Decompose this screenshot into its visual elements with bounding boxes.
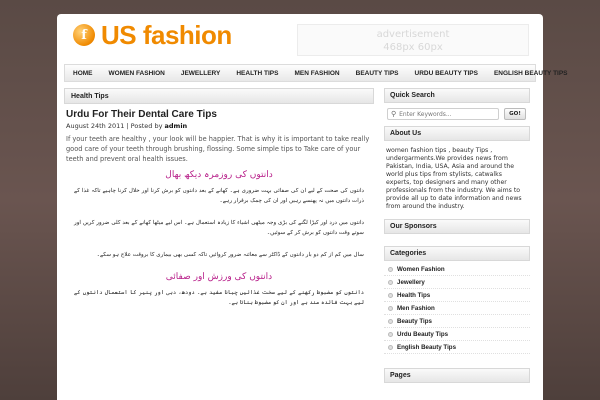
bullet-icon	[388, 344, 393, 350]
category-label: English Beauty Tips	[397, 343, 457, 351]
main-navigation: HOME WOMEN FASHION JEWELLERY HEALTH TIPS…	[64, 64, 568, 82]
post-title[interactable]: Urdu For Their Dental Care Tips	[64, 109, 374, 120]
logo-letter: f	[81, 27, 87, 43]
category-label: Urdu Beauty Tips	[397, 330, 449, 338]
sponsors-title: Our Sponsors	[384, 219, 530, 234]
category-jewellery[interactable]: Jewellery	[384, 276, 530, 289]
search-icon: ⚲	[391, 110, 397, 118]
categories-list: Women Fashion Jewellery Health Tips Men …	[384, 261, 530, 354]
search-placeholder: Enter Keywords...	[399, 110, 452, 118]
category-health-tips[interactable]: Health Tips	[384, 289, 530, 302]
bullet-icon	[388, 266, 393, 272]
category-men-fashion[interactable]: Men Fashion	[384, 302, 530, 315]
about-us-text: women fashion tips , beauty Tips , under…	[386, 147, 522, 210]
category-label: Women Fashion	[397, 265, 445, 273]
search-input[interactable]: ⚲ Enter Keywords...	[387, 108, 499, 120]
urdu-paragraph: دانتوں کی صحت کے لیے ان کی صفائی بہت ضرو…	[74, 188, 364, 204]
search-form: ⚲ Enter Keywords... GO!	[384, 103, 530, 126]
advertisement-banner[interactable]: advertisement 468px 60px	[297, 24, 529, 56]
nav-item-beauty-tips[interactable]: BEAUTY TIPS	[348, 70, 407, 77]
bullet-icon	[388, 279, 393, 285]
section-title: Health Tips	[64, 88, 374, 104]
sponsors-area	[384, 234, 530, 246]
ad-label: advertisement	[376, 29, 450, 40]
bullet-icon	[388, 292, 393, 298]
nav-item-urdu-beauty-tips[interactable]: URDU BEAUTY TIPS	[407, 70, 486, 77]
urdu-paragraph: دانتوں کو مضبوط رکھنے کے لیے سخت غذائیں …	[74, 290, 364, 306]
urdu-paragraph: دانتوں میں درد اور کیڑا لگنے کی بڑی وجہ …	[74, 220, 364, 236]
post-excerpt: If your teeth are healthy , your look wi…	[66, 135, 370, 163]
post-date: August 24th 2011 | Posted by	[66, 122, 165, 130]
bullet-icon	[388, 305, 393, 311]
urdu-article-image: دانتوں کی روزمرہ دیکھ بھال دانتوں کی صحت…	[64, 170, 374, 308]
urdu-paragraph: سال میں کم از کم دو بار دانتوں کے ڈاکٹر …	[96, 252, 364, 258]
category-label: Health Tips	[397, 291, 431, 299]
category-english-beauty-tips[interactable]: English Beauty Tips	[384, 341, 530, 354]
post-meta: August 24th 2011 | Posted by admin	[64, 122, 374, 130]
quick-search-title: Quick Search	[384, 88, 530, 103]
post-author-link[interactable]: admin	[165, 122, 188, 130]
category-beauty-tips[interactable]: Beauty Tips	[384, 315, 530, 328]
urdu-heading: دانتوں کی روزمرہ دیکھ بھال	[165, 170, 273, 180]
pages-title: Pages	[384, 368, 530, 383]
category-women-fashion[interactable]: Women Fashion	[384, 263, 530, 276]
category-urdu-beauty-tips[interactable]: Urdu Beauty Tips	[384, 328, 530, 341]
nav-item-men-fashion[interactable]: MEN FASHION	[286, 70, 347, 77]
categories-title: Categories	[384, 246, 530, 261]
search-go-button[interactable]: GO!	[504, 108, 526, 120]
sidebar: Quick Search ⚲ Enter Keywords... GO! Abo…	[384, 88, 530, 383]
page-frame: f US fashion advertisement 468px 60px HO…	[57, 14, 568, 400]
category-label: Beauty Tips	[397, 317, 432, 325]
ad-size: 468px 60px	[383, 42, 443, 53]
nav-item-home[interactable]: HOME	[65, 70, 101, 77]
category-label: Jewellery	[397, 278, 425, 286]
nav-item-women-fashion[interactable]: WOMEN FASHION	[101, 70, 173, 77]
about-us-title: About Us	[384, 126, 530, 141]
nav-item-english-beauty-tips[interactable]: ENGLISH BEAUTY TIPS	[486, 70, 576, 77]
bullet-icon	[388, 331, 393, 337]
urdu-heading: دانتوں کی ورزش اور صفائی	[165, 272, 273, 282]
site-logo-text[interactable]: US fashion	[101, 20, 232, 51]
logo-icon[interactable]: f	[73, 24, 95, 46]
nav-item-jewellery[interactable]: JEWELLERY	[173, 70, 229, 77]
category-label: Men Fashion	[397, 304, 435, 312]
nav-item-health-tips[interactable]: HEALTH TIPS	[228, 70, 286, 77]
site-header: f US fashion advertisement 468px 60px	[57, 14, 543, 60]
bullet-icon	[388, 318, 393, 324]
main-content: Health Tips Urdu For Their Dental Care T…	[64, 88, 374, 320]
